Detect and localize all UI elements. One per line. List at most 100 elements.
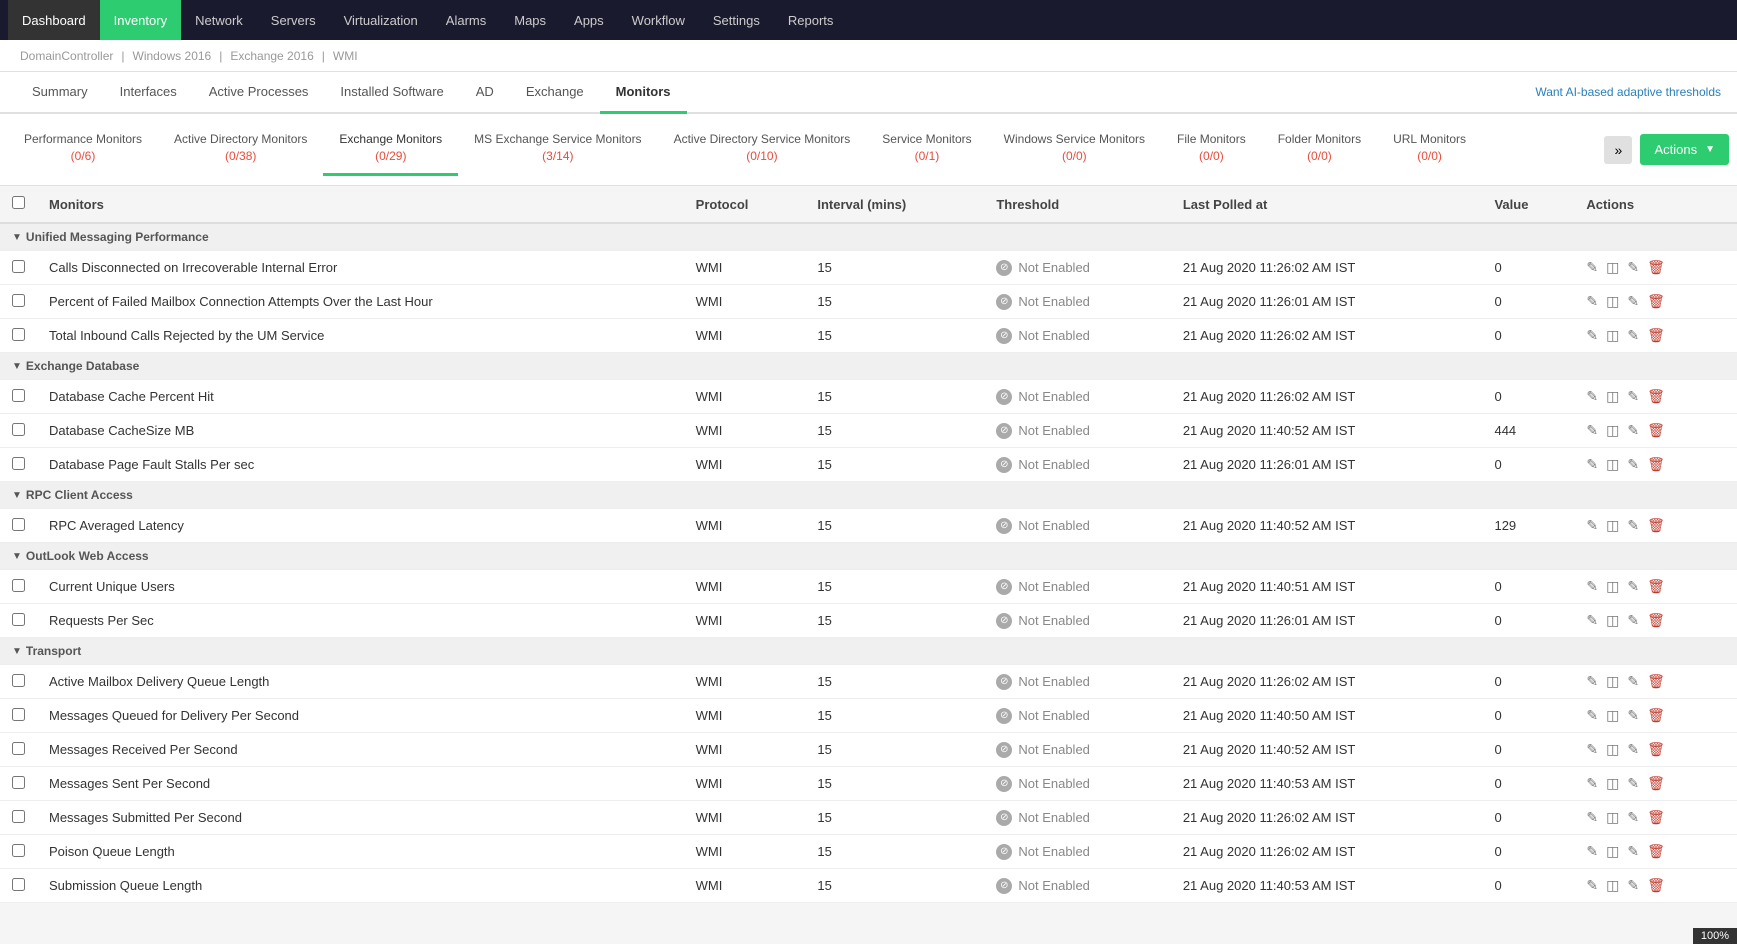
row-checkbox[interactable] [12, 579, 25, 592]
delete-icon[interactable]: 🗑 [1647, 327, 1665, 344]
monitor-icon[interactable]: ◫ [1606, 327, 1619, 344]
tab-interfaces[interactable]: Interfaces [104, 72, 193, 114]
breadcrumb-part-4[interactable]: WMI [333, 49, 358, 63]
nav-virtualization[interactable]: Virtualization [330, 0, 432, 40]
select-all-checkbox[interactable] [12, 196, 25, 209]
nav-network[interactable]: Network [181, 0, 257, 40]
edit-icon[interactable]: ✎ [1627, 456, 1639, 473]
row-checkbox[interactable] [12, 457, 25, 470]
delete-icon[interactable]: 🗑 [1647, 775, 1665, 792]
tab-summary[interactable]: Summary [16, 72, 104, 114]
monitor-tab-url[interactable]: URL Monitors (0/0) [1377, 123, 1482, 176]
delete-icon[interactable]: 🗑 [1647, 578, 1665, 595]
edit-icon[interactable]: ✎ [1627, 327, 1639, 344]
nav-inventory[interactable]: Inventory [100, 0, 181, 40]
delete-icon[interactable]: 🗑 [1647, 293, 1665, 310]
monitor-tab-service[interactable]: Service Monitors (0/1) [866, 123, 987, 176]
monitor-icon[interactable]: ◫ [1606, 707, 1619, 724]
breadcrumb-part-1[interactable]: DomainController [20, 49, 113, 63]
row-checkbox[interactable] [12, 708, 25, 721]
row-checkbox[interactable] [12, 518, 25, 531]
edit-icon[interactable]: ✎ [1627, 741, 1639, 758]
delete-icon[interactable]: 🗑 [1647, 843, 1665, 860]
edit-icon[interactable]: ✎ [1627, 422, 1639, 439]
row-checkbox[interactable] [12, 613, 25, 626]
delete-icon[interactable]: 🗑 [1647, 809, 1665, 826]
edit-icon[interactable]: ✎ [1627, 578, 1639, 595]
chart-icon[interactable]: ✎ [1586, 673, 1598, 690]
edit-icon[interactable]: ✎ [1627, 673, 1639, 690]
row-checkbox[interactable] [12, 810, 25, 823]
monitor-tab-active-directory[interactable]: Active Directory Monitors (0/38) [158, 123, 323, 176]
delete-icon[interactable]: 🗑 [1647, 877, 1665, 894]
monitor-icon[interactable]: ◫ [1606, 809, 1619, 826]
chart-icon[interactable]: ✎ [1586, 422, 1598, 439]
edit-icon[interactable]: ✎ [1627, 809, 1639, 826]
chart-icon[interactable]: ✎ [1586, 741, 1598, 758]
monitor-icon[interactable]: ◫ [1606, 877, 1619, 894]
row-checkbox[interactable] [12, 260, 25, 273]
nav-dashboard[interactable]: Dashboard [8, 0, 100, 40]
row-checkbox[interactable] [12, 776, 25, 789]
monitor-icon[interactable]: ◫ [1606, 293, 1619, 310]
monitor-tab-exchange[interactable]: Exchange Monitors (0/29) [323, 123, 458, 176]
edit-icon[interactable]: ✎ [1627, 877, 1639, 894]
monitor-icon[interactable]: ◫ [1606, 388, 1619, 405]
monitor-icon[interactable]: ◫ [1606, 612, 1619, 629]
row-checkbox[interactable] [12, 423, 25, 436]
chart-icon[interactable]: ✎ [1586, 259, 1598, 276]
monitor-tab-ms-exchange-service[interactable]: MS Exchange Service Monitors (3/14) [458, 123, 657, 176]
tab-ad[interactable]: AD [460, 72, 510, 114]
breadcrumb-part-3[interactable]: Exchange 2016 [230, 49, 313, 63]
edit-icon[interactable]: ✎ [1627, 388, 1639, 405]
edit-icon[interactable]: ✎ [1627, 293, 1639, 310]
row-checkbox[interactable] [12, 328, 25, 341]
chart-icon[interactable]: ✎ [1586, 843, 1598, 860]
edit-icon[interactable]: ✎ [1627, 707, 1639, 724]
chart-icon[interactable]: ✎ [1586, 707, 1598, 724]
delete-icon[interactable]: 🗑 [1647, 259, 1665, 276]
delete-icon[interactable]: 🗑 [1647, 422, 1665, 439]
chart-icon[interactable]: ✎ [1586, 517, 1598, 534]
nav-settings[interactable]: Settings [699, 0, 774, 40]
monitor-icon[interactable]: ◫ [1606, 673, 1619, 690]
tab-installed-software[interactable]: Installed Software [324, 72, 459, 114]
edit-icon[interactable]: ✎ [1627, 259, 1639, 276]
monitor-icon[interactable]: ◫ [1606, 578, 1619, 595]
delete-icon[interactable]: 🗑 [1647, 707, 1665, 724]
tab-exchange[interactable]: Exchange [510, 72, 600, 114]
delete-icon[interactable]: 🗑 [1647, 612, 1665, 629]
monitor-icon[interactable]: ◫ [1606, 775, 1619, 792]
ai-adaptive-link[interactable]: Want AI-based adaptive thresholds [1535, 73, 1721, 111]
monitor-icon[interactable]: ◫ [1606, 741, 1619, 758]
chart-icon[interactable]: ✎ [1586, 809, 1598, 826]
row-checkbox[interactable] [12, 844, 25, 857]
nav-servers[interactable]: Servers [257, 0, 330, 40]
monitor-tab-performance[interactable]: Performance Monitors (0/6) [8, 123, 158, 176]
chart-icon[interactable]: ✎ [1586, 578, 1598, 595]
delete-icon[interactable]: 🗑 [1647, 456, 1665, 473]
chart-icon[interactable]: ✎ [1586, 775, 1598, 792]
chart-icon[interactable]: ✎ [1586, 327, 1598, 344]
chart-icon[interactable]: ✎ [1586, 456, 1598, 473]
nav-workflow[interactable]: Workflow [618, 0, 699, 40]
monitor-icon[interactable]: ◫ [1606, 259, 1619, 276]
actions-button[interactable]: Actions ▼ [1640, 134, 1729, 165]
delete-icon[interactable]: 🗑 [1647, 388, 1665, 405]
row-checkbox[interactable] [12, 294, 25, 307]
row-checkbox[interactable] [12, 674, 25, 687]
edit-icon[interactable]: ✎ [1627, 843, 1639, 860]
row-checkbox[interactable] [12, 742, 25, 755]
monitor-tab-ad-service[interactable]: Active Directory Service Monitors (0/10) [658, 123, 867, 176]
tab-monitors[interactable]: Monitors [600, 72, 687, 114]
edit-icon[interactable]: ✎ [1627, 775, 1639, 792]
monitor-icon[interactable]: ◫ [1606, 517, 1619, 534]
chart-icon[interactable]: ✎ [1586, 293, 1598, 310]
edit-icon[interactable]: ✎ [1627, 517, 1639, 534]
row-checkbox[interactable] [12, 389, 25, 402]
monitor-tabs-chevron[interactable]: » [1604, 136, 1632, 164]
nav-reports[interactable]: Reports [774, 0, 848, 40]
monitor-icon[interactable]: ◫ [1606, 422, 1619, 439]
monitor-tab-folder[interactable]: Folder Monitors (0/0) [1262, 123, 1377, 176]
monitor-icon[interactable]: ◫ [1606, 843, 1619, 860]
